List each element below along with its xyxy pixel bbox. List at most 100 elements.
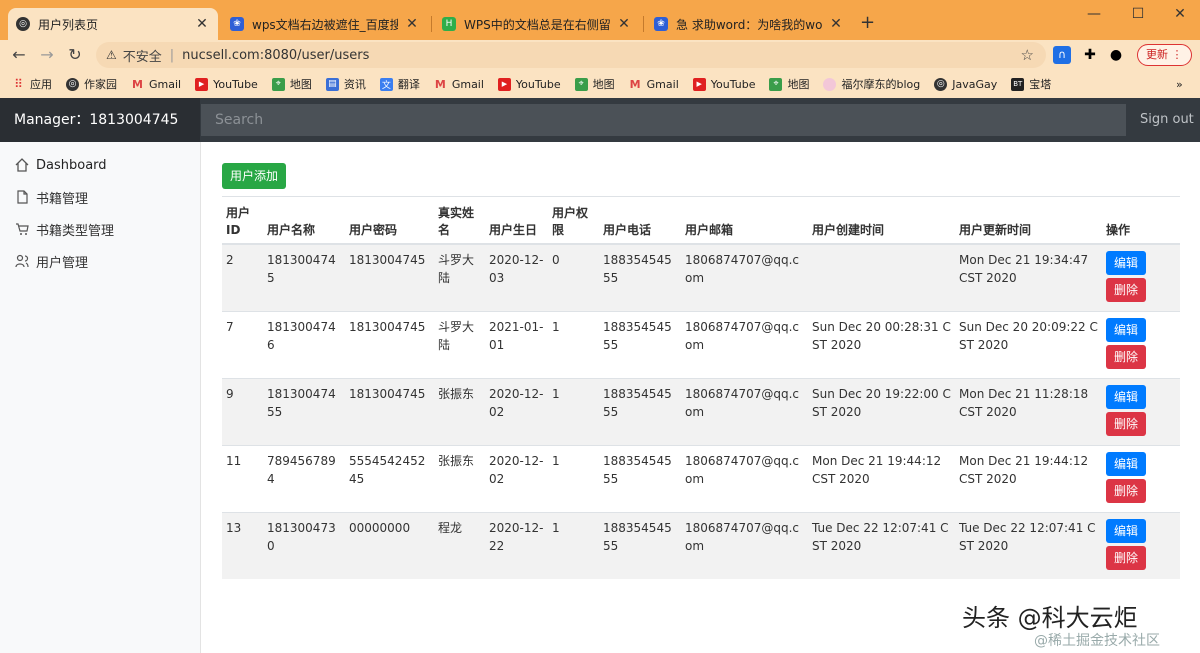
bookmark-apps[interactable]: ⠿ 应用 [12, 76, 52, 92]
sidebar-item-users[interactable]: 用户管理 [14, 250, 88, 272]
bookmark-item[interactable]: 文翻译 [379, 76, 420, 92]
forward-arrow-icon[interactable]: → [36, 44, 58, 66]
delete-button[interactable]: 删除 [1106, 546, 1146, 570]
bookmarks-overflow-icon[interactable]: » [1176, 78, 1183, 91]
gmail-icon: M [434, 77, 446, 91]
bookmark-label: 作家园 [84, 78, 117, 91]
actions-cell: 编辑 删除 [1102, 243, 1180, 312]
tab-baidu-search[interactable]: ❀ wps文档右边被遮住_百度搜索 ✕ [222, 8, 428, 40]
edit-button[interactable]: 编辑 [1106, 251, 1146, 275]
table-cell: 18835454555 [599, 512, 681, 579]
tab-title: 用户列表页 [38, 17, 99, 32]
minimize-icon[interactable]: — [1084, 6, 1104, 22]
table-cell: 张振东 [434, 378, 485, 446]
bookmark-item[interactable]: ▤ 资讯 [325, 76, 366, 92]
maps-icon: ⌖ [271, 77, 285, 91]
update-label: 更新 [1146, 48, 1168, 61]
bookmark-item[interactable]: ▶ YouTube [692, 77, 755, 91]
tab-separator [643, 16, 644, 32]
table-cell: 斗罗大陆 [434, 243, 485, 312]
table-cell: 程龙 [434, 512, 485, 579]
table-cell: 18835454555 [599, 378, 681, 446]
new-tab-icon[interactable]: + [860, 12, 875, 33]
bookmark-star-icon[interactable]: ☆ [1021, 46, 1034, 64]
column-header: 用户密码 [345, 201, 434, 245]
bookmark-item[interactable]: M Gmail [131, 78, 181, 91]
tab-wps-question[interactable]: H WPS中的文档总是在右侧留下空 ✕ [434, 8, 640, 40]
update-button[interactable]: 更新 ⋮ [1137, 44, 1192, 66]
add-user-button[interactable]: 用户添加 [222, 163, 287, 189]
profile-avatar-icon[interactable]: ● [1106, 45, 1126, 65]
maximize-icon[interactable]: ☐ [1128, 6, 1148, 22]
bookmark-label: JavaGay [952, 77, 998, 91]
column-header: 操作 [1102, 201, 1180, 245]
table-cell: Mon Dec 21 11:28:18 CST 2020 [955, 378, 1102, 446]
bookmark-item[interactable]: ◎ JavaGay [934, 77, 998, 91]
delete-button[interactable]: 删除 [1106, 278, 1146, 302]
tab-user-list[interactable]: ◎ 用户列表页 ✕ [8, 8, 218, 40]
address-divider: | [169, 47, 175, 63]
table-cell: 张振东 [434, 445, 485, 513]
baidu-paw-icon: ❀ [230, 17, 244, 31]
table-cell: Mon Dec 21 19:34:47 CST 2020 [955, 243, 1102, 312]
table-cell: 2020-12-22 [485, 512, 548, 579]
bookmark-item[interactable]: ▶ YouTube [497, 77, 561, 91]
gmail-icon: M [132, 77, 143, 91]
delete-button[interactable]: 删除 [1106, 479, 1146, 503]
close-icon[interactable]: ✕ [404, 16, 420, 32]
divider [222, 196, 1180, 197]
manager-brand[interactable]: Manager：1813004745 [0, 98, 200, 142]
search-input[interactable] [201, 104, 1126, 136]
bookmark-item[interactable]: M Gmail [629, 78, 679, 91]
bookmark-label: 地图 [289, 78, 312, 91]
extension-translate-icon[interactable]: ∩ [1053, 46, 1071, 64]
delete-button[interactable]: 删除 [1106, 412, 1146, 436]
youtube-icon: ▶ [692, 77, 706, 91]
address-bar[interactable]: ⚠ 不安全 | nucsell.com:8080/user/users ☆ [96, 42, 1046, 68]
watermark-toutiao: 头条 @科大云炬 [962, 604, 1138, 632]
gmail-icon: M [629, 77, 641, 91]
close-icon[interactable]: ✕ [828, 16, 844, 32]
extensions-puzzle-icon[interactable]: ✚ [1080, 45, 1100, 65]
bookmark-item[interactable]: ⌖ 地图 [271, 76, 312, 92]
table-cell: 13 [222, 512, 263, 579]
table-cell: 18835454555 [599, 243, 681, 312]
table-cell: Sun Dec 20 19:22:00 CST 2020 [808, 378, 955, 446]
news-icon: ▤ [325, 77, 339, 91]
maps-icon: ⌖ [574, 77, 588, 91]
edit-button[interactable]: 编辑 [1106, 318, 1146, 342]
close-icon[interactable]: ✕ [616, 16, 632, 32]
column-header: 用户更新时间 [955, 201, 1102, 245]
bookmark-item[interactable]: 福尔摩东的blog [823, 76, 920, 92]
table-row: 7 1813004746 1813004745 斗罗大陆 2021-01-01 1 1883… [222, 311, 1180, 379]
table-cell: Mon Dec 21 19:44:12 CST 2020 [955, 445, 1102, 513]
tab-word-question[interactable]: ❀ 急 求助word：为啥我的word打 ✕ [646, 8, 852, 40]
globe-icon: ◎ [16, 17, 30, 31]
bookmark-item[interactable]: ▶ YouTube [195, 77, 258, 91]
sidebar-item-books[interactable]: 书籍管理 [14, 186, 88, 208]
bookmark-item[interactable]: ◎ 作家园 [66, 76, 117, 92]
sign-out-link[interactable]: Sign out [1140, 98, 1194, 142]
sidebar-item-book-types[interactable]: 书籍类型管理 [14, 218, 114, 240]
bookmark-item[interactable]: M Gmail [434, 78, 484, 91]
bookmark-item[interactable]: ⌖ 地图 [769, 76, 809, 92]
bookmark-item[interactable]: BT 宝塔 [1011, 76, 1051, 92]
table-cell: 2 [222, 243, 263, 312]
bookmark-item[interactable]: ⌖ 地图 [574, 76, 615, 92]
table-cell: 555454245245 [345, 445, 434, 513]
edit-button[interactable]: 编辑 [1106, 385, 1146, 409]
globe-icon: ◎ [934, 77, 948, 91]
window-close-icon[interactable]: ✕ [1170, 6, 1190, 22]
table-cell: 1 [548, 311, 599, 379]
reload-icon[interactable]: ↻ [64, 44, 86, 66]
table-cell: Sun Dec 20 20:09:22 CST 2020 [955, 311, 1102, 379]
back-arrow-icon[interactable]: ← [8, 44, 30, 66]
delete-button[interactable]: 删除 [1106, 345, 1146, 369]
sidebar-item-dashboard[interactable]: Dashboard [14, 154, 107, 176]
table-cell: 18130047455 [263, 378, 345, 446]
bookmark-label: 地图 [592, 78, 615, 91]
bookmark-label: 翻译 [397, 78, 420, 91]
close-icon[interactable]: ✕ [194, 16, 210, 32]
edit-button[interactable]: 编辑 [1106, 519, 1146, 543]
edit-button[interactable]: 编辑 [1106, 452, 1146, 476]
